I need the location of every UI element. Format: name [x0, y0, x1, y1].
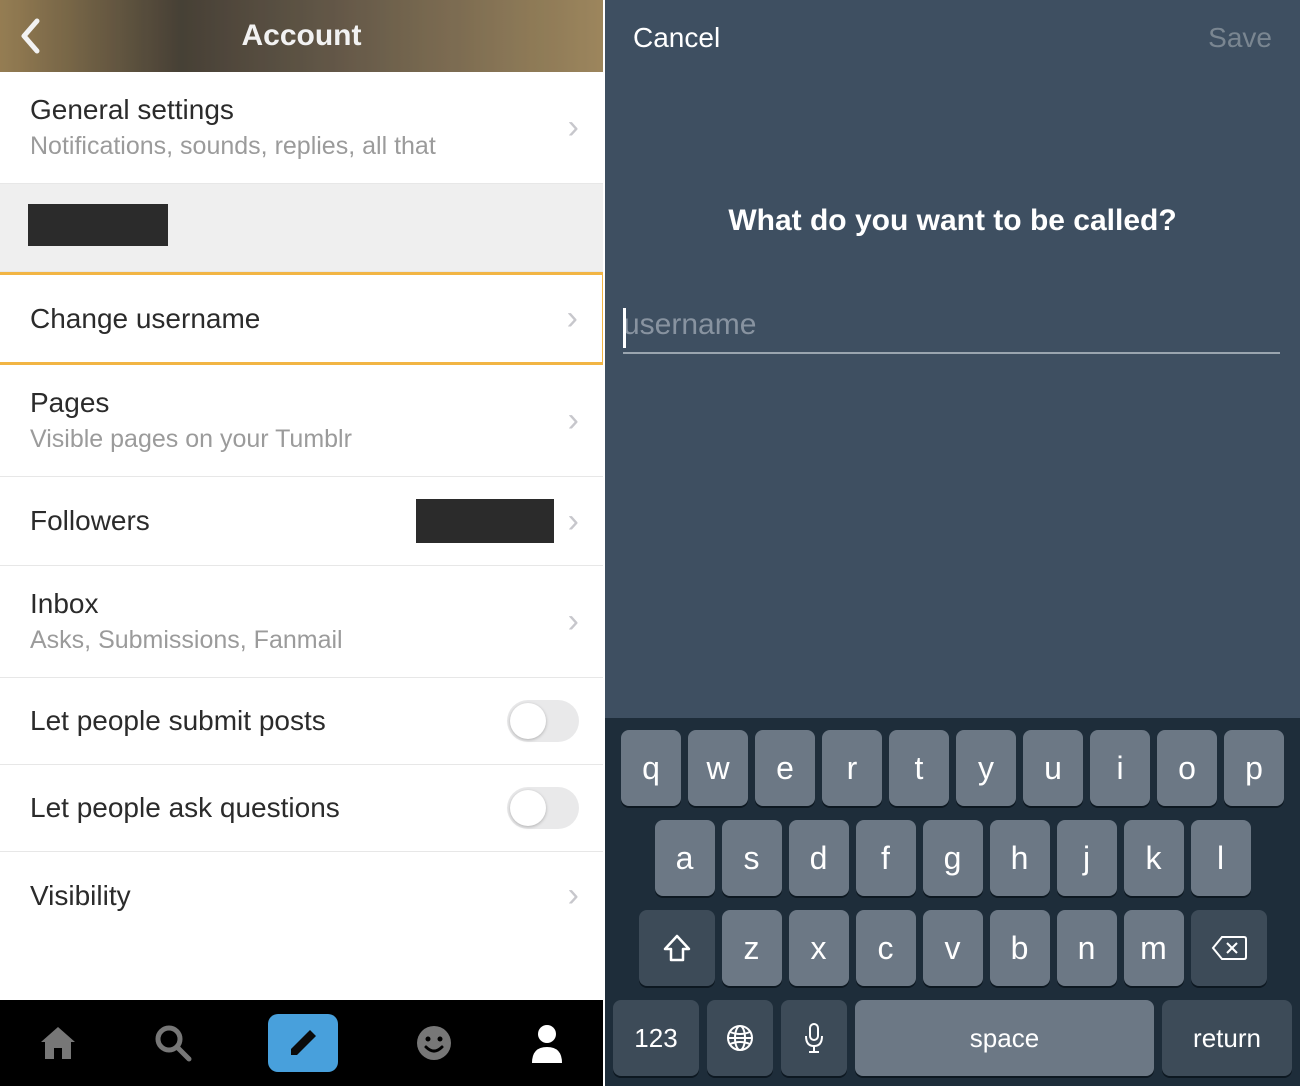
key-numbers[interactable]: 123 — [613, 1000, 699, 1076]
row-followers[interactable]: Followers › — [0, 477, 603, 566]
key-c[interactable]: c — [856, 910, 916, 986]
row-title: General settings — [30, 94, 436, 126]
row-submit-posts: Let people submit posts — [0, 678, 603, 765]
key-g[interactable]: g — [923, 820, 983, 896]
key-b[interactable]: b — [990, 910, 1050, 986]
row-subtitle: Asks, Submissions, Fanmail — [30, 626, 343, 655]
modal-header: Cancel Save — [605, 0, 1300, 54]
key-l[interactable]: l — [1191, 820, 1251, 896]
chevron-right-icon: › — [567, 299, 578, 338]
tab-bar — [0, 1000, 603, 1086]
key-e[interactable]: e — [755, 730, 815, 806]
shift-icon — [662, 933, 692, 963]
chevron-right-icon: › — [568, 876, 579, 915]
key-x[interactable]: x — [789, 910, 849, 986]
account-settings-screen: Account General settings Notifications, … — [0, 0, 605, 1086]
person-icon — [529, 1023, 565, 1063]
change-username-screen: Cancel Save What do you want to be calle… — [605, 0, 1300, 1086]
row-title: Followers — [30, 505, 150, 537]
key-o[interactable]: o — [1157, 730, 1217, 806]
keyboard-row-3: z x c v b n m — [611, 910, 1294, 986]
key-space[interactable]: space — [855, 1000, 1154, 1076]
chevron-right-icon: › — [568, 602, 579, 641]
key-t[interactable]: t — [889, 730, 949, 806]
key-backspace[interactable] — [1191, 910, 1267, 986]
page-title: Account — [242, 19, 362, 53]
key-j[interactable]: j — [1057, 820, 1117, 896]
search-icon — [153, 1023, 193, 1063]
row-pages[interactable]: Pages Visible pages on your Tumblr › — [0, 365, 603, 477]
pencil-icon — [286, 1026, 320, 1060]
redacted-username — [28, 204, 168, 246]
tab-profile[interactable] — [529, 1023, 565, 1063]
chevron-right-icon: › — [568, 502, 579, 541]
row-title: Let people submit posts — [30, 705, 326, 737]
row-change-username[interactable]: Change username › — [0, 272, 603, 365]
account-header: Account — [0, 0, 603, 72]
key-q[interactable]: q — [621, 730, 681, 806]
tab-activity[interactable] — [414, 1023, 454, 1063]
settings-list: General settings Notifications, sounds, … — [0, 72, 603, 1000]
username-input[interactable] — [623, 308, 1280, 342]
key-n[interactable]: n — [1057, 910, 1117, 986]
row-title: Visibility — [30, 880, 131, 912]
keyboard: q w e r t y u i o p a s d f g h j k l — [605, 718, 1300, 1086]
tab-search[interactable] — [153, 1023, 193, 1063]
key-w[interactable]: w — [688, 730, 748, 806]
prompt-heading: What do you want to be called? — [605, 204, 1300, 238]
key-s[interactable]: s — [722, 820, 782, 896]
chevron-right-icon: › — [568, 401, 579, 440]
chevron-right-icon: › — [568, 108, 579, 147]
back-button[interactable] — [10, 16, 50, 56]
backspace-icon — [1211, 935, 1247, 961]
toggle-ask-questions[interactable] — [507, 787, 579, 829]
row-title: Change username — [30, 303, 260, 335]
row-title: Inbox — [30, 588, 343, 620]
text-cursor — [623, 308, 626, 348]
key-h[interactable]: h — [990, 820, 1050, 896]
tab-home[interactable] — [38, 1024, 78, 1062]
globe-icon — [725, 1023, 755, 1053]
smiley-icon — [414, 1023, 454, 1063]
key-z[interactable]: z — [722, 910, 782, 986]
row-title: Pages — [30, 387, 352, 419]
cancel-button[interactable]: Cancel — [633, 22, 720, 54]
key-return[interactable]: return — [1162, 1000, 1292, 1076]
redacted-follower-count — [416, 499, 554, 543]
key-d[interactable]: d — [789, 820, 849, 896]
keyboard-row-2: a s d f g h j k l — [611, 820, 1294, 896]
key-i[interactable]: i — [1090, 730, 1150, 806]
key-r[interactable]: r — [822, 730, 882, 806]
key-m[interactable]: m — [1124, 910, 1184, 986]
row-title: Let people ask questions — [30, 792, 340, 824]
row-inbox[interactable]: Inbox Asks, Submissions, Fanmail › — [0, 566, 603, 678]
row-subtitle: Visible pages on your Tumblr — [30, 425, 352, 454]
key-y[interactable]: y — [956, 730, 1016, 806]
row-ask-questions: Let people ask questions — [0, 765, 603, 852]
tab-compose[interactable] — [268, 1014, 338, 1072]
chevron-left-icon — [19, 18, 41, 54]
toggle-submit-posts[interactable] — [507, 700, 579, 742]
username-field-wrap — [623, 308, 1280, 354]
key-a[interactable]: a — [655, 820, 715, 896]
key-u[interactable]: u — [1023, 730, 1083, 806]
keyboard-row-4: 123 space return — [611, 1000, 1294, 1076]
row-visibility[interactable]: Visibility › — [0, 852, 603, 939]
key-globe[interactable] — [707, 1000, 773, 1076]
row-general-settings[interactable]: General settings Notifications, sounds, … — [0, 72, 603, 184]
section-header-username — [0, 184, 603, 272]
key-k[interactable]: k — [1124, 820, 1184, 896]
key-v[interactable]: v — [923, 910, 983, 986]
keyboard-row-1: q w e r t y u i o p — [611, 730, 1294, 806]
home-icon — [38, 1024, 78, 1062]
key-p[interactable]: p — [1224, 730, 1284, 806]
save-button[interactable]: Save — [1208, 22, 1272, 54]
row-subtitle: Notifications, sounds, replies, all that — [30, 132, 436, 161]
key-f[interactable]: f — [856, 820, 916, 896]
key-dictation[interactable] — [781, 1000, 847, 1076]
microphone-icon — [803, 1022, 825, 1054]
key-shift[interactable] — [639, 910, 715, 986]
